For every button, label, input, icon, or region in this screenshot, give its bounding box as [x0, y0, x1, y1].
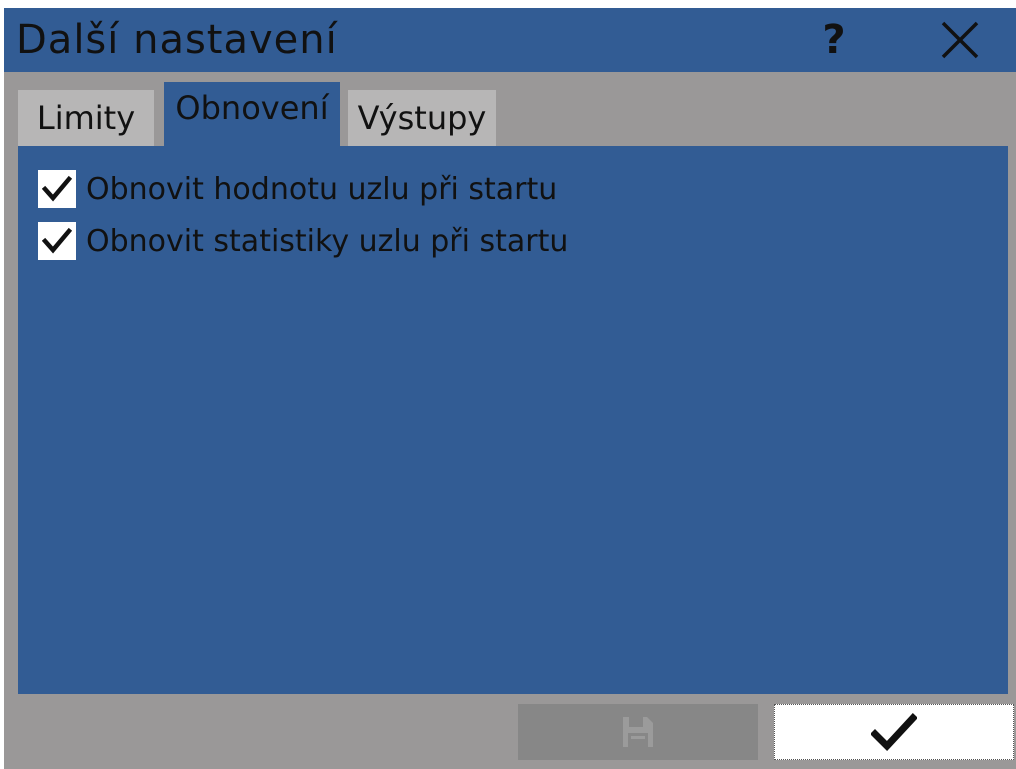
checkmark-icon [42, 175, 72, 202]
restore-node-value-label: Obnovit hodnotu uzlu při startu [86, 171, 558, 207]
ok-button[interactable] [774, 704, 1014, 760]
dialog-title: Další nastavení [16, 17, 338, 63]
save-button[interactable] [518, 704, 758, 760]
checkmark-icon [871, 713, 917, 752]
restore-node-stats-checkbox[interactable] [38, 222, 76, 260]
tab-label: Obnovení [175, 89, 329, 127]
tab-label: Výstupy [357, 99, 487, 137]
restore-node-stats-option[interactable]: Obnovit statistiky uzlu při startu [38, 222, 568, 260]
restore-node-value-option[interactable]: Obnovit hodnotu uzlu při startu [38, 170, 557, 208]
restore-node-value-checkbox[interactable] [38, 170, 76, 208]
title-bar: Další nastavení ? [4, 8, 1016, 72]
checkmark-icon [42, 227, 72, 254]
close-button[interactable] [928, 12, 992, 68]
tab-label: Limity [36, 99, 136, 137]
restore-node-stats-label: Obnovit statistiky uzlu při startu [86, 223, 569, 259]
help-button[interactable]: ? [804, 12, 864, 68]
save-icon [623, 717, 653, 747]
close-icon [941, 21, 979, 59]
tab-panel: Obnovit hodnotu uzlu při startu Obnovit … [18, 146, 1008, 694]
settings-dialog: Další nastavení ? Limity Obnovení Výstup… [4, 8, 1016, 769]
tab-limity[interactable]: Limity [18, 90, 154, 146]
tab-vystupy[interactable]: Výstupy [348, 90, 496, 146]
tab-obnoveni[interactable]: Obnovení [164, 82, 340, 146]
